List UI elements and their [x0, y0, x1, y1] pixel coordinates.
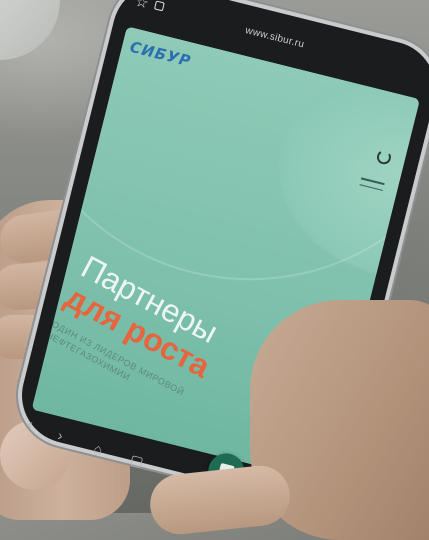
home-icon[interactable]: ⌂: [92, 440, 104, 458]
chevron-left-icon[interactable]: ‹: [26, 415, 34, 432]
url-text[interactable]: www.sibur.ru: [244, 25, 305, 50]
tabs-icon[interactable]: ▢: [128, 451, 146, 471]
chevron-right-icon[interactable]: ›: [56, 427, 64, 444]
star-icon[interactable]: ☆: [133, 0, 150, 12]
lock-icon: [153, 0, 165, 12]
